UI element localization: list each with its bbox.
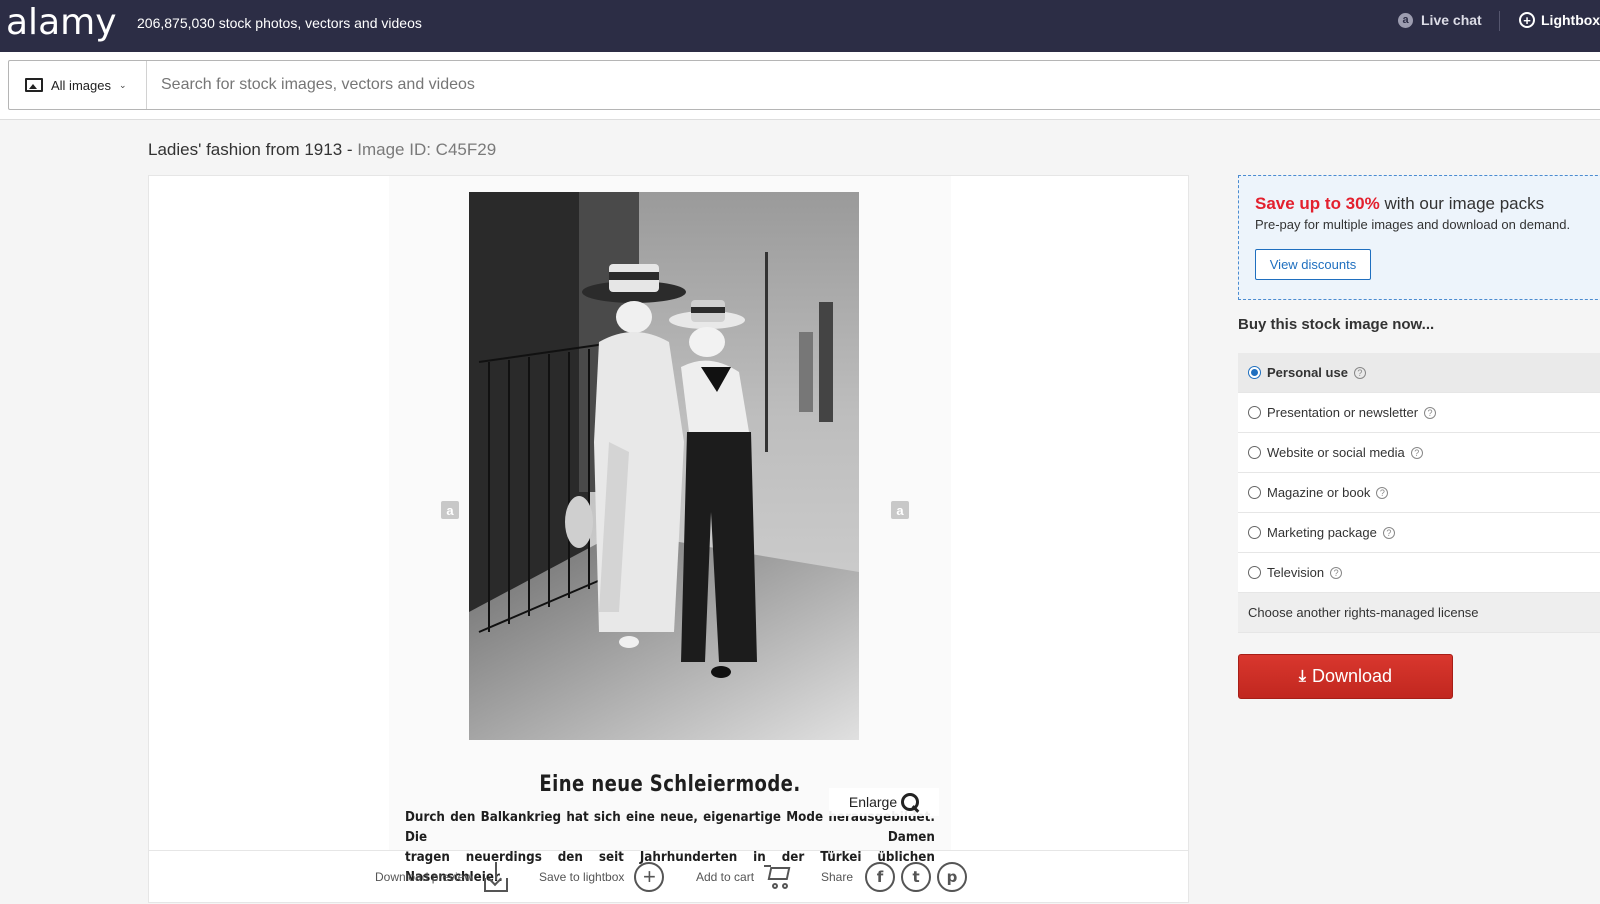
stock-count-tagline: 206,875,030 stock photos, vectors and vi… [137,15,422,31]
radio-button[interactable] [1248,566,1261,579]
share-group: Share f t p [821,851,968,903]
radio-button[interactable] [1248,486,1261,499]
lightbox-label: Lightbox [1541,12,1600,28]
radio-button[interactable] [1248,366,1261,379]
license-option-marketing[interactable]: Marketing package ? [1238,513,1600,553]
image-preview[interactable]: a a Eine neue Schleiermode. Durch den Ba… [389,176,951,885]
download-preview-label: Download preview [375,870,474,884]
help-icon[interactable]: ? [1330,566,1343,579]
alamy-logo[interactable]: alamy [6,2,117,43]
chevron-down-icon: ⌄ [118,79,127,90]
watermark-icon: a [441,501,459,519]
image-pack-promo: Save up to 30% with our image packs Pre-… [1238,175,1600,300]
promo-subtext: Pre-pay for multiple images and download… [1255,217,1571,232]
save-to-lightbox-label: Save to lightbox [539,870,625,884]
help-icon[interactable]: ? [1410,446,1423,459]
cart-icon [764,863,792,891]
image-panel: a a Eine neue Schleiermode. Durch den Ba… [148,175,1189,903]
image-id: Image ID: C45F29 [357,140,497,159]
license-label: Television [1267,565,1325,580]
add-to-cart-label: Add to cart [696,870,755,884]
view-discounts-button[interactable]: View discounts [1255,249,1371,280]
promo-headline-rest: with our image packs [1379,194,1545,213]
image-action-bar: Download preview Save to lightbox + Add … [149,850,1188,902]
search-bar: All images ⌄ [0,52,1600,120]
live-chat-link[interactable]: a Live chat [1398,12,1482,28]
search-box: All images ⌄ [8,60,1600,110]
license-label: Magazine or book [1267,485,1371,500]
license-label: Marketing package [1267,525,1377,540]
promo-highlight: Save up to 30% [1255,194,1380,213]
radio-button[interactable] [1248,526,1261,539]
live-chat-label: Live chat [1421,12,1482,28]
help-icon[interactable]: ? [1382,526,1395,539]
plus-circle-icon: + [634,862,665,892]
help-icon[interactable]: ? [1376,486,1389,499]
pinterest-icon[interactable]: p [937,862,968,892]
other-license-link[interactable]: Choose another rights-managed license [1238,593,1600,633]
license-label: Personal use [1267,365,1348,380]
facebook-icon[interactable]: f [865,862,896,892]
historic-photo[interactable] [469,192,859,740]
share-label: Share [821,870,854,884]
watermark-icon: a [891,501,909,519]
promo-headline: Save up to 30% with our image packs [1255,194,1544,214]
magnifier-icon [901,793,920,811]
license-label: Presentation or newsletter [1267,405,1419,420]
download-button[interactable]: ⤓ Download [1238,654,1453,699]
download-button-label: Download [1312,666,1393,686]
image-title-text: Ladies' fashion from 1913 [148,140,343,159]
license-options: Personal use ? Presentation or newslette… [1238,353,1600,633]
header-divider [1499,11,1500,31]
image-title: Ladies' fashion from 1913 - Image ID: C4… [148,140,497,159]
radio-button[interactable] [1248,446,1261,459]
search-scope-dropdown[interactable]: All images ⌄ [9,61,147,109]
license-option-website[interactable]: Website or social media ? [1238,433,1600,473]
search-input[interactable] [161,73,1361,97]
license-option-television[interactable]: Television ? [1238,553,1600,593]
search-scope-label: All images [51,77,111,93]
plus-circle-icon: + [1519,12,1535,28]
top-navigation-bar: alamy 206,875,030 stock photos, vectors … [0,0,1600,52]
download-preview-button[interactable]: Download preview [375,851,509,903]
lightbox-link[interactable]: + Lightbox [1519,12,1600,28]
radio-button[interactable] [1248,406,1261,419]
add-to-cart-button[interactable]: Add to cart [696,851,792,903]
license-option-personal-use[interactable]: Personal use ? [1238,353,1600,393]
buy-heading: Buy this stock image now... [1238,316,1435,333]
help-icon[interactable]: ? [1353,366,1366,379]
enlarge-button[interactable]: Enlarge [829,788,939,816]
license-label: Website or social media [1267,445,1405,460]
download-arrow-icon: ⤓ [1298,667,1306,685]
save-to-lightbox-button[interactable]: Save to lightbox + [539,851,665,903]
photo-illustration [469,192,859,740]
chat-icon: a [1398,12,1413,28]
help-icon[interactable]: ? [1424,406,1437,419]
download-icon [483,862,509,892]
enlarge-label: Enlarge [848,794,898,810]
license-option-presentation[interactable]: Presentation or newsletter ? [1238,393,1600,433]
twitter-icon[interactable]: t [901,862,932,892]
license-option-magazine[interactable]: Magazine or book ? [1238,473,1600,513]
image-icon [25,78,43,92]
